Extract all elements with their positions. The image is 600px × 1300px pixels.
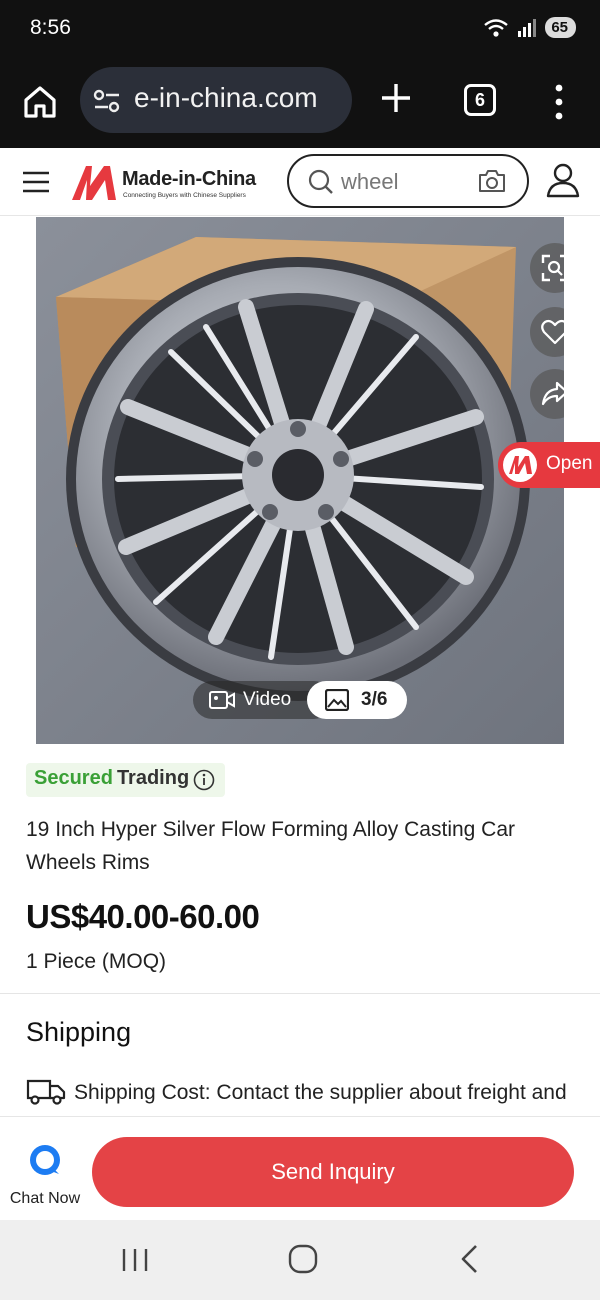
- trading-text: Trading: [116, 767, 190, 789]
- chat-now-label: Chat Now: [9, 1190, 81, 1207]
- site-settings-icon[interactable]: [93, 88, 121, 114]
- image-icon: [325, 689, 349, 711]
- user-account-icon[interactable]: [546, 162, 580, 198]
- send-inquiry-button[interactable]: Send Inquiry: [92, 1137, 574, 1207]
- photo-counter: 3/6: [361, 689, 388, 710]
- minimum-order-quantity: 1 Piece (MOQ): [26, 950, 167, 973]
- made-in-china-logo-icon: [72, 166, 116, 200]
- wheel-product-photo: [36, 217, 564, 744]
- system-navigation-bar: [0, 1220, 600, 1300]
- shipping-cost-row: Shipping Cost: Contact the supplier abou…: [26, 1074, 586, 1116]
- status-time: 8:56: [30, 16, 71, 39]
- section-divider: [0, 993, 600, 994]
- overflow-menu-icon[interactable]: [552, 82, 566, 122]
- chat-now-button[interactable]: Chat Now: [6, 1139, 84, 1209]
- info-icon[interactable]: [193, 769, 215, 791]
- new-tab-icon[interactable]: [378, 80, 414, 116]
- product-title: 19 Inch Hyper Silver Flow Forming Alloy …: [26, 818, 516, 874]
- open-in-app-button[interactable]: Open: [498, 442, 600, 488]
- secured-trading-badge[interactable]: Secured Trading: [26, 763, 226, 797]
- signal-icon: [518, 18, 537, 37]
- brand-tagline: Connecting Buyers with Chinese Suppliers: [123, 192, 246, 199]
- browser-toolbar: e-in-china.com 6: [0, 58, 600, 148]
- camera-search-icon[interactable]: [477, 168, 507, 194]
- battery-indicator: 65: [545, 17, 576, 38]
- heart-icon: [541, 319, 564, 345]
- bottom-action-bar: Chat Now Send Inquiry: [0, 1116, 600, 1220]
- address-bar[interactable]: e-in-china.com: [80, 67, 352, 133]
- hamburger-menu-icon[interactable]: [22, 170, 50, 194]
- video-icon: [209, 691, 235, 709]
- site-header: Made-in-China Connecting Buyers with Chi…: [0, 148, 600, 216]
- shipping-heading: Shipping: [26, 1017, 132, 1047]
- site-logo[interactable]: Made-in-China Connecting Buyers with Chi…: [70, 162, 270, 204]
- search-input[interactable]: wheel: [341, 169, 398, 195]
- wifi-icon: [484, 18, 509, 37]
- status-bar: 8:56 65: [0, 0, 600, 58]
- recent-apps-icon[interactable]: [120, 1246, 150, 1274]
- shipping-cost-text: Shipping Cost: Contact the supplier abou…: [74, 1081, 567, 1116]
- scan-icon: [541, 254, 564, 282]
- home-icon[interactable]: [20, 82, 60, 122]
- secured-text: Secured: [34, 767, 113, 789]
- share-icon: [541, 381, 564, 406]
- brand-name: Made-in-China: [122, 168, 256, 190]
- home-nav-icon[interactable]: [288, 1244, 318, 1274]
- search-icon: [308, 169, 333, 194]
- chat-icon: [30, 1145, 60, 1175]
- tab-switcher-button[interactable]: 6: [464, 84, 496, 116]
- video-label: Video: [243, 689, 292, 710]
- search-bar[interactable]: wheel: [287, 154, 529, 208]
- product-image[interactable]: Video 3/6: [36, 217, 564, 744]
- url-text[interactable]: e-in-china.com: [134, 82, 318, 114]
- b2b-logo-icon: [503, 448, 537, 482]
- status-icons: 65: [483, 17, 576, 38]
- open-label: Open: [546, 453, 593, 474]
- photo-counter-chip[interactable]: 3/6: [307, 681, 407, 719]
- product-price: US$40.00-60.00: [26, 898, 260, 935]
- back-icon[interactable]: [458, 1244, 482, 1274]
- truck-icon: [26, 1079, 66, 1105]
